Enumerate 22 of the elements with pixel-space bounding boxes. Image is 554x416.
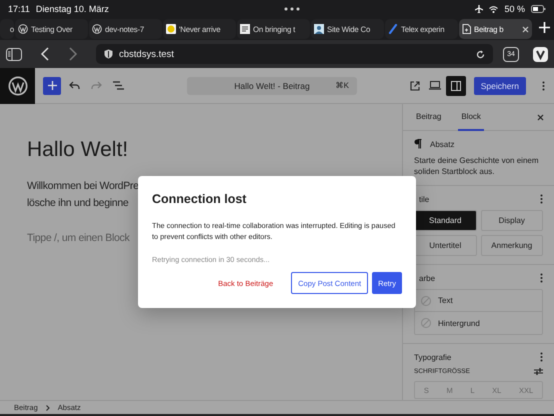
battery-percent: 50 % xyxy=(504,4,525,14)
color-option[interactable]: Hintergrund xyxy=(415,312,542,334)
clock-time: 17:11 xyxy=(8,4,30,14)
section-heading: Typografie xyxy=(414,352,452,362)
sidebar-tab[interactable]: Beitrag xyxy=(413,104,444,130)
command-bar[interactable]: Hallo Welt! - Beitrag ⌘K xyxy=(187,76,357,94)
style-option[interactable]: Display xyxy=(480,210,543,231)
block-description: Starte deine Geschichte von einem soliden Startblock aus. xyxy=(414,155,540,177)
url-text: cbstdsys.test xyxy=(119,48,174,60)
section-heading: arbe xyxy=(418,274,436,282)
paragraph-line: lösche ihn und beginne xyxy=(27,196,128,211)
status-date: Dienstag 10. März xyxy=(36,4,109,14)
style-option[interactable]: Anmerkung xyxy=(480,235,543,256)
sidebar-tab[interactable]: Block xyxy=(458,104,484,130)
section-heading: tile xyxy=(418,194,430,204)
block-name: Absatz xyxy=(430,140,454,148)
paragraph-line: Willkommen bei WordPre xyxy=(27,179,139,194)
style-option[interactable]: Standard xyxy=(414,210,476,231)
post-title[interactable]: Hallo Welt! xyxy=(27,138,128,162)
dialog-title: Connection lost xyxy=(152,192,248,206)
save-button[interactable]: Speichern xyxy=(474,76,526,94)
address-field[interactable]: cbstdsys.test xyxy=(96,44,493,64)
